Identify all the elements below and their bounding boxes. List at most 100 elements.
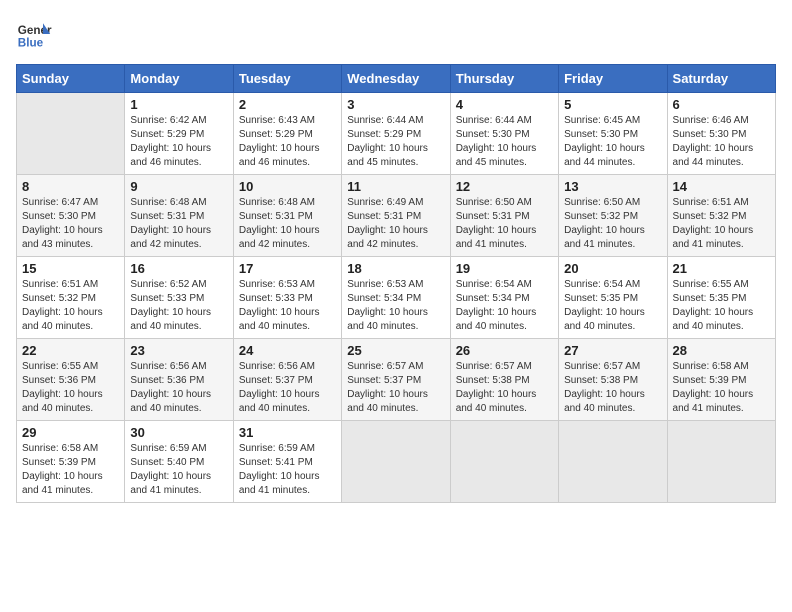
- day-number: 4: [456, 97, 553, 112]
- day-number: 15: [22, 261, 119, 276]
- day-info: Sunrise: 6:45 AM Sunset: 5:30 PM Dayligh…: [564, 114, 661, 170]
- day-number: 30: [130, 425, 227, 440]
- logo: General Blue: [16, 16, 52, 52]
- calendar-cell: 17 Sunrise: 6:53 AM Sunset: 5:33 PM Dayli…: [233, 257, 341, 339]
- header-friday: Friday: [559, 65, 667, 93]
- day-number: 3: [347, 97, 444, 112]
- day-number: 27: [564, 343, 661, 358]
- day-info: Sunrise: 6:59 AM Sunset: 5:40 PM Dayligh…: [130, 442, 227, 498]
- calendar-cell: 1 Sunrise: 6:42 AM Sunset: 5:29 PM Daylig…: [125, 93, 233, 175]
- day-info: Sunrise: 6:44 AM Sunset: 5:29 PM Dayligh…: [347, 114, 444, 170]
- day-info: Sunrise: 6:43 AM Sunset: 5:29 PM Dayligh…: [239, 114, 336, 170]
- calendar-week-row: 1 Sunrise: 6:42 AM Sunset: 5:29 PM Daylig…: [17, 93, 776, 175]
- calendar-cell: 6 Sunrise: 6:46 AM Sunset: 5:30 PM Daylig…: [667, 93, 775, 175]
- calendar-cell: [450, 421, 558, 503]
- day-number: 12: [456, 179, 553, 194]
- day-number: 11: [347, 179, 444, 194]
- calendar-table: SundayMondayTuesdayWednesdayThursdayFrid…: [16, 64, 776, 503]
- day-info: Sunrise: 6:58 AM Sunset: 5:39 PM Dayligh…: [673, 360, 770, 416]
- day-info: Sunrise: 6:46 AM Sunset: 5:30 PM Dayligh…: [673, 114, 770, 170]
- calendar-cell: [667, 421, 775, 503]
- calendar-cell: 24 Sunrise: 6:56 AM Sunset: 5:37 PM Dayli…: [233, 339, 341, 421]
- day-info: Sunrise: 6:42 AM Sunset: 5:29 PM Dayligh…: [130, 114, 227, 170]
- calendar-cell: 25 Sunrise: 6:57 AM Sunset: 5:37 PM Dayli…: [342, 339, 450, 421]
- day-info: Sunrise: 6:48 AM Sunset: 5:31 PM Dayligh…: [130, 196, 227, 252]
- day-number: 25: [347, 343, 444, 358]
- calendar-cell: 10 Sunrise: 6:48 AM Sunset: 5:31 PM Dayli…: [233, 175, 341, 257]
- calendar-week-row: 22 Sunrise: 6:55 AM Sunset: 5:36 PM Dayli…: [17, 339, 776, 421]
- calendar-cell: 27 Sunrise: 6:57 AM Sunset: 5:38 PM Dayli…: [559, 339, 667, 421]
- calendar-cell: 21 Sunrise: 6:55 AM Sunset: 5:35 PM Dayli…: [667, 257, 775, 339]
- day-info: Sunrise: 6:53 AM Sunset: 5:33 PM Dayligh…: [239, 278, 336, 334]
- calendar-cell: 20 Sunrise: 6:54 AM Sunset: 5:35 PM Dayli…: [559, 257, 667, 339]
- header-tuesday: Tuesday: [233, 65, 341, 93]
- day-number: 1: [130, 97, 227, 112]
- calendar-week-row: 29 Sunrise: 6:58 AM Sunset: 5:39 PM Dayli…: [17, 421, 776, 503]
- calendar-cell: 22 Sunrise: 6:55 AM Sunset: 5:36 PM Dayli…: [17, 339, 125, 421]
- calendar-week-row: 8 Sunrise: 6:47 AM Sunset: 5:30 PM Daylig…: [17, 175, 776, 257]
- day-info: Sunrise: 6:47 AM Sunset: 5:30 PM Dayligh…: [22, 196, 119, 252]
- calendar-cell: 13Sunrise: 6:50 AM Sunset: 5:32 PM Dayli…: [559, 175, 667, 257]
- day-info: Sunrise: 6:59 AM Sunset: 5:41 PM Dayligh…: [239, 442, 336, 498]
- calendar-cell: 28Sunrise: 6:58 AM Sunset: 5:39 PM Dayli…: [667, 339, 775, 421]
- header-sunday: Sunday: [17, 65, 125, 93]
- calendar-header-row: SundayMondayTuesdayWednesdayThursdayFrid…: [17, 65, 776, 93]
- calendar-cell: 26 Sunrise: 6:57 AM Sunset: 5:38 PM Dayli…: [450, 339, 558, 421]
- calendar-cell: 12 Sunrise: 6:50 AM Sunset: 5:31 PM Dayli…: [450, 175, 558, 257]
- day-info: Sunrise: 6:57 AM Sunset: 5:38 PM Dayligh…: [456, 360, 553, 416]
- day-number: 8: [22, 179, 119, 194]
- day-number: 31: [239, 425, 336, 440]
- calendar-week-row: 15 Sunrise: 6:51 AM Sunset: 5:32 PM Dayli…: [17, 257, 776, 339]
- header-wednesday: Wednesday: [342, 65, 450, 93]
- page-header: General Blue: [16, 16, 776, 52]
- calendar-cell: 23Sunrise: 6:56 AM Sunset: 5:36 PM Dayli…: [125, 339, 233, 421]
- day-info: Sunrise: 6:55 AM Sunset: 5:36 PM Dayligh…: [22, 360, 119, 416]
- day-number: 2: [239, 97, 336, 112]
- day-info: Sunrise: 6:50 AM Sunset: 5:31 PM Dayligh…: [456, 196, 553, 252]
- day-info: Sunrise: 6:55 AM Sunset: 5:35 PM Dayligh…: [673, 278, 770, 334]
- calendar-cell: 15 Sunrise: 6:51 AM Sunset: 5:32 PM Dayli…: [17, 257, 125, 339]
- day-info: Sunrise: 6:50 AM Sunset: 5:32 PM Dayligh…: [564, 196, 661, 252]
- header-thursday: Thursday: [450, 65, 558, 93]
- day-info: Sunrise: 6:57 AM Sunset: 5:37 PM Dayligh…: [347, 360, 444, 416]
- day-number: 21: [673, 261, 770, 276]
- day-number: 24: [239, 343, 336, 358]
- day-info: Sunrise: 6:49 AM Sunset: 5:31 PM Dayligh…: [347, 196, 444, 252]
- calendar-cell: 31 Sunrise: 6:59 AM Sunset: 5:41 PM Dayli…: [233, 421, 341, 503]
- calendar-cell: 18 Sunrise: 6:53 AM Sunset: 5:34 PM Dayli…: [342, 257, 450, 339]
- calendar-cell: 11 Sunrise: 6:49 AM Sunset: 5:31 PM Dayli…: [342, 175, 450, 257]
- day-number: 26: [456, 343, 553, 358]
- day-number: 29: [22, 425, 119, 440]
- day-number: 5: [564, 97, 661, 112]
- header-saturday: Saturday: [667, 65, 775, 93]
- day-info: Sunrise: 6:56 AM Sunset: 5:37 PM Dayligh…: [239, 360, 336, 416]
- day-number: 18: [347, 261, 444, 276]
- day-info: Sunrise: 6:54 AM Sunset: 5:35 PM Dayligh…: [564, 278, 661, 334]
- calendar-cell: [342, 421, 450, 503]
- calendar-cell: 8 Sunrise: 6:47 AM Sunset: 5:30 PM Daylig…: [17, 175, 125, 257]
- calendar-cell: 9 Sunrise: 6:48 AM Sunset: 5:31 PM Daylig…: [125, 175, 233, 257]
- day-number: 23: [130, 343, 227, 358]
- day-info: Sunrise: 6:57 AM Sunset: 5:38 PM Dayligh…: [564, 360, 661, 416]
- day-info: Sunrise: 6:54 AM Sunset: 5:34 PM Dayligh…: [456, 278, 553, 334]
- calendar-cell: 16 Sunrise: 6:52 AM Sunset: 5:33 PM Dayli…: [125, 257, 233, 339]
- day-info: Sunrise: 6:48 AM Sunset: 5:31 PM Dayligh…: [239, 196, 336, 252]
- day-info: Sunrise: 6:52 AM Sunset: 5:33 PM Dayligh…: [130, 278, 227, 334]
- calendar-cell: 2 Sunrise: 6:43 AM Sunset: 5:29 PM Daylig…: [233, 93, 341, 175]
- calendar-cell: [559, 421, 667, 503]
- calendar-cell: 19Sunrise: 6:54 AM Sunset: 5:34 PM Dayli…: [450, 257, 558, 339]
- day-number: 16: [130, 261, 227, 276]
- day-info: Sunrise: 6:51 AM Sunset: 5:32 PM Dayligh…: [22, 278, 119, 334]
- calendar-cell: 3 Sunrise: 6:44 AM Sunset: 5:29 PM Daylig…: [342, 93, 450, 175]
- calendar-cell: [17, 93, 125, 175]
- day-info: Sunrise: 6:58 AM Sunset: 5:39 PM Dayligh…: [22, 442, 119, 498]
- day-number: 22: [22, 343, 119, 358]
- svg-text:Blue: Blue: [18, 37, 44, 50]
- day-number: 20: [564, 261, 661, 276]
- day-info: Sunrise: 6:53 AM Sunset: 5:34 PM Dayligh…: [347, 278, 444, 334]
- day-number: 17: [239, 261, 336, 276]
- day-number: 6: [673, 97, 770, 112]
- day-info: Sunrise: 6:51 AM Sunset: 5:32 PM Dayligh…: [673, 196, 770, 252]
- day-number: 9: [130, 179, 227, 194]
- day-number: 10: [239, 179, 336, 194]
